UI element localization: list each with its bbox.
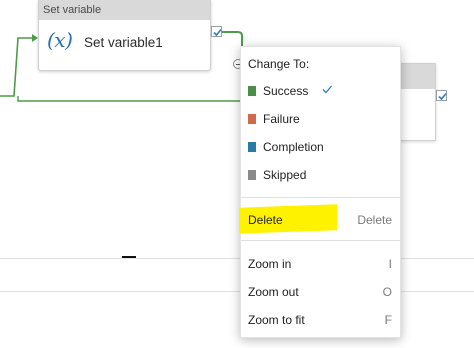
- menu-item-label: Delete: [248, 213, 283, 227]
- menu-item-label: Skipped: [263, 168, 307, 182]
- second-activity[interactable]: [398, 63, 436, 141]
- failure-swatch-icon: [248, 114, 256, 124]
- menu-item-shortcut: F: [384, 313, 392, 327]
- menu-item-zoom-in[interactable]: Zoom in I: [241, 250, 400, 278]
- variable-icon: (x): [47, 28, 73, 52]
- incoming-connector: [0, 37, 32, 97]
- skipped-swatch-icon: [248, 170, 256, 180]
- menu-item-label: Zoom in: [248, 257, 292, 271]
- text-cursor-mark: [122, 256, 136, 258]
- menu-item-success[interactable]: Success: [241, 78, 400, 104]
- menu-item-delete[interactable]: Delete Delete: [239, 204, 400, 234]
- menu-item-label: Zoom to fit: [248, 313, 305, 327]
- menu-item-label: Failure: [263, 112, 300, 126]
- success-swatch-icon: [248, 86, 256, 96]
- menu-item-skipped[interactable]: Skipped: [241, 162, 400, 188]
- set-variable-activity[interactable]: Set variable (x) Set variable1: [38, 0, 211, 71]
- outgoing-connector: [220, 31, 243, 60]
- activity-type-label: Set variable: [39, 0, 210, 20]
- menu-item-zoom-to-fit[interactable]: Zoom to fit F: [241, 306, 400, 334]
- menu-title: Change To:: [248, 57, 310, 71]
- menu-item-failure[interactable]: Failure: [241, 106, 400, 132]
- menu-separator: [241, 240, 400, 241]
- menu-item-completion[interactable]: Completion: [241, 134, 400, 160]
- second-success-check-icon[interactable]: [436, 90, 447, 101]
- menu-item-label: Zoom out: [248, 285, 299, 299]
- selected-check-icon: [322, 85, 332, 94]
- pipeline-canvas[interactable]: Set variable (x) Set variable1 Change To…: [0, 0, 474, 348]
- menu-item-zoom-out[interactable]: Zoom out O: [241, 278, 400, 306]
- menu-item-shortcut: I: [388, 257, 392, 271]
- completion-swatch-icon: [248, 142, 256, 152]
- menu-item-shortcut: O: [382, 285, 392, 299]
- activity-name: Set variable1: [84, 35, 163, 50]
- success-check-icon[interactable]: [211, 26, 222, 37]
- menu-item-label: Completion: [263, 140, 324, 154]
- menu-item-label: Success: [263, 84, 309, 98]
- second-activity-header: [399, 64, 435, 89]
- menu-item-shortcut: Delete: [357, 213, 392, 227]
- menu-separator: [241, 197, 400, 198]
- pane-divider: [0, 258, 474, 259]
- connector-context-menu: Change To: Success Failure Completion Sk…: [239, 46, 401, 338]
- lower-connector: [17, 96, 240, 102]
- pane-divider-lower: [0, 291, 474, 292]
